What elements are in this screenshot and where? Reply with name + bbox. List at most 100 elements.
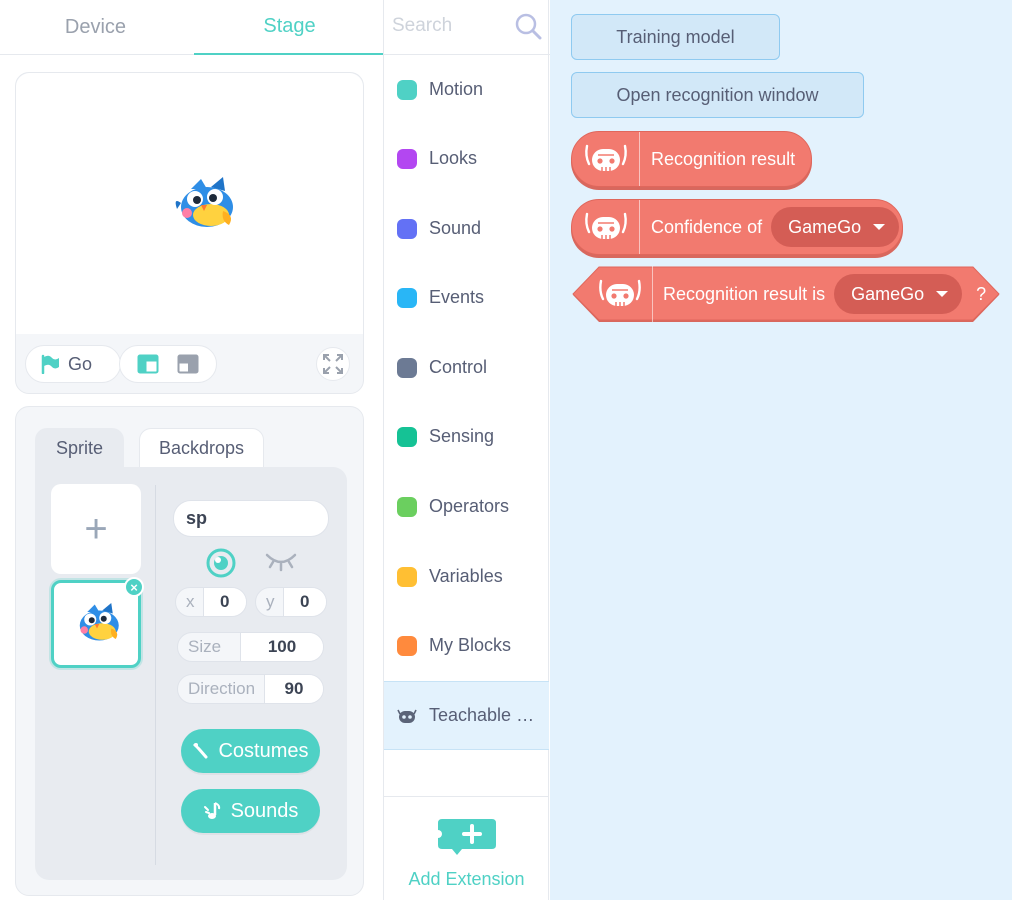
category-sound[interactable]: Sound — [384, 194, 549, 263]
category-label: Teachable Machine — [429, 705, 539, 725]
category-sensing[interactable]: Sensing — [384, 402, 549, 471]
category-variables[interactable]: Variables — [384, 542, 549, 611]
category-teachable-machine[interactable]: Teachable Machine — [384, 681, 549, 750]
category-events[interactable]: Events — [384, 263, 549, 332]
small-stage-layout-icon[interactable] — [137, 354, 159, 374]
robot-icon — [584, 212, 627, 239]
category-label: Control — [429, 357, 488, 377]
category-dot-icon — [397, 218, 417, 239]
block-palette: Training model Open recognition window R… — [550, 0, 1012, 900]
sprite-panel: Sprite Backdrops + × sp x 0 y 0 Size 100… — [15, 406, 364, 896]
hide-eye-icon[interactable] — [265, 551, 297, 575]
confidence-class-dropdown[interactable]: GameGo — [771, 207, 900, 247]
stage-layout-toggle — [119, 345, 217, 383]
costumes-button[interactable]: Costumes — [181, 729, 320, 773]
recognition-result-label: Recognition result — [651, 148, 796, 169]
y-position-field[interactable]: y 0 — [255, 587, 327, 617]
robot-icon — [397, 709, 417, 723]
brush-icon — [193, 743, 208, 759]
fullscreen-button[interactable] — [316, 347, 350, 381]
left-panel: Device Stage Go Sprite Backdrops + × sp … — [0, 0, 385, 900]
add-extension-label: Add Extension — [408, 869, 525, 889]
block-categories: Motion Looks Sound Events Control Sensin… — [383, 0, 550, 900]
stage-canvas[interactable] — [16, 73, 363, 334]
show-eye-icon[interactable] — [205, 547, 237, 579]
robot-icon — [584, 144, 627, 171]
category-label: Events — [429, 287, 485, 307]
size-value[interactable]: 100 — [240, 633, 323, 661]
go-button[interactable]: Go — [25, 345, 121, 383]
direction-field[interactable]: Direction 90 — [177, 674, 324, 704]
tab-sprite[interactable]: Sprite — [35, 428, 124, 468]
category-my-blocks[interactable]: My Blocks — [384, 611, 549, 680]
category-label: Sensing — [429, 426, 495, 446]
search-box — [384, 0, 550, 55]
category-label: Variables — [429, 566, 503, 586]
add-extension-button[interactable]: Add Extension — [384, 796, 549, 900]
tab-stage[interactable]: Stage — [194, 0, 385, 55]
robot-icon-wrap — [572, 200, 640, 254]
tab-backdrops[interactable]: Backdrops — [139, 428, 264, 468]
divider — [155, 485, 156, 865]
x-position-field[interactable]: x 0 — [175, 587, 247, 617]
sprite-list-area: + × sp x 0 y 0 Size 100 Direction 90 Cos… — [35, 467, 347, 880]
direction-label: Direction — [188, 679, 256, 698]
search-input[interactable] — [392, 12, 510, 40]
category-dot-icon — [397, 148, 417, 169]
robot-icon — [598, 279, 641, 306]
recognition-result-is-block[interactable]: Recognition result is GameGo ? — [571, 266, 1001, 322]
sounds-label: Sounds — [230, 799, 299, 822]
fullscreen-icon — [323, 354, 343, 374]
confidence-of-block[interactable]: Confidence of GameGo — [571, 199, 903, 255]
left-tabs: Device Stage — [0, 0, 385, 55]
category-dot-icon — [397, 426, 417, 447]
direction-value[interactable]: 90 — [264, 675, 323, 703]
green-flag-icon — [41, 354, 59, 374]
category-dot-icon — [397, 566, 417, 587]
category-operators[interactable]: Operators — [384, 472, 549, 541]
y-value[interactable]: 0 — [282, 588, 326, 616]
costumes-label: Costumes — [218, 739, 309, 762]
dropdown-value: GameGo — [851, 283, 925, 304]
size-field[interactable]: Size 100 — [177, 632, 324, 662]
x-label: x — [186, 592, 195, 611]
sprite-thumbnail[interactable]: × — [51, 577, 144, 668]
tab-device[interactable]: Device — [0, 0, 191, 55]
category-dot-icon — [397, 79, 417, 100]
result-class-dropdown[interactable]: GameGo — [834, 274, 963, 314]
large-stage-layout-icon[interactable] — [177, 354, 199, 374]
stage-card: Go — [15, 72, 364, 394]
sprite-name-input[interactable]: sp — [173, 500, 329, 537]
question-mark: ? — [976, 283, 987, 304]
recognition-result-is-label: Recognition result is — [663, 283, 826, 304]
bird-sprite-icon — [79, 603, 119, 641]
dropdown-value: GameGo — [788, 216, 862, 237]
category-dot-icon — [397, 357, 417, 378]
category-label: Operators — [429, 496, 510, 516]
open-recognition-window-block[interactable]: Open recognition window — [571, 72, 864, 118]
confidence-of-label: Confidence of — [651, 216, 763, 237]
category-label: My Blocks — [429, 635, 512, 655]
robot-icon-wrap — [587, 266, 653, 322]
x-value[interactable]: 0 — [202, 588, 246, 616]
add-extension-icon — [435, 819, 496, 855]
go-label: Go — [68, 353, 93, 374]
category-motion[interactable]: Motion — [384, 55, 549, 124]
robot-icon-wrap — [572, 132, 640, 186]
add-sprite-button[interactable]: + — [51, 484, 141, 574]
y-label: y — [266, 592, 275, 611]
category-dot-icon — [397, 635, 417, 656]
search-icon[interactable] — [514, 12, 542, 40]
bird-sprite-icon[interactable] — [171, 177, 237, 233]
delete-sprite-icon[interactable]: × — [124, 577, 144, 597]
category-label: Motion — [429, 79, 484, 99]
boolean-block-content: Recognition result is GameGo ? — [571, 266, 1001, 322]
category-dot-icon — [397, 287, 417, 308]
training-model-block[interactable]: Training model — [571, 14, 780, 60]
category-looks[interactable]: Looks — [384, 124, 549, 193]
chevron-down-icon — [873, 224, 886, 230]
category-dot-icon — [397, 496, 417, 517]
category-control[interactable]: Control — [384, 333, 549, 402]
recognition-result-block[interactable]: Recognition result — [571, 131, 812, 187]
sounds-button[interactable]: Sounds — [181, 789, 320, 833]
